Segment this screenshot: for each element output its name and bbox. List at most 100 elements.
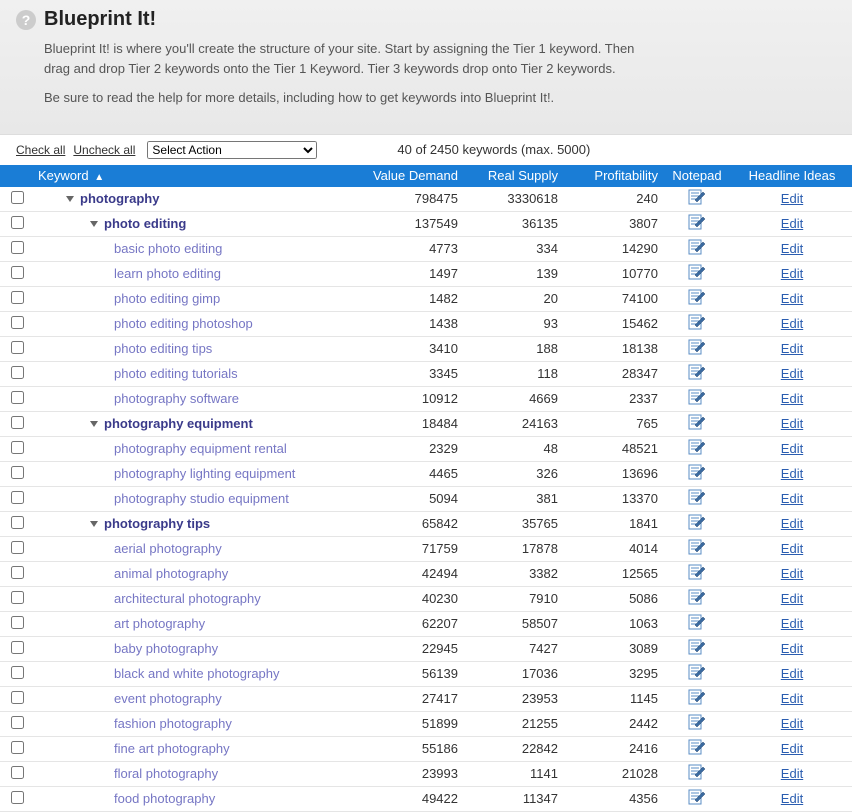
row-checkbox[interactable] [11,466,24,479]
keyword-link[interactable]: floral photography [114,766,218,781]
row-checkbox[interactable] [11,441,24,454]
row-checkbox[interactable] [11,316,24,329]
col-headline-ideas-header[interactable]: Headline Ideas [749,168,836,183]
toggle-icon[interactable] [90,421,98,427]
row-checkbox[interactable] [11,666,24,679]
edit-link[interactable]: Edit [781,241,803,256]
action-select[interactable]: Select Action [147,141,317,159]
keyword-link[interactable]: photography [80,191,159,206]
notepad-icon[interactable] [688,538,706,556]
row-checkbox[interactable] [11,416,24,429]
edit-link[interactable]: Edit [781,666,803,681]
keyword-link[interactable]: food photography [114,791,215,806]
check-all-link[interactable]: Check all [16,143,65,157]
row-checkbox[interactable] [11,591,24,604]
notepad-icon[interactable] [688,738,706,756]
row-checkbox[interactable] [11,516,24,529]
notepad-icon[interactable] [688,488,706,506]
row-checkbox[interactable] [11,716,24,729]
edit-link[interactable]: Edit [781,741,803,756]
col-profitability-header[interactable]: Profitability [594,168,658,183]
keyword-link[interactable]: black and white photography [114,666,280,681]
edit-link[interactable]: Edit [781,291,803,306]
notepad-icon[interactable] [688,513,706,531]
keyword-link[interactable]: photography tips [104,516,210,531]
keyword-link[interactable]: architectural photography [114,591,261,606]
keyword-link[interactable]: event photography [114,691,222,706]
keyword-link[interactable]: photo editing gimp [114,291,220,306]
keyword-link[interactable]: fashion photography [114,716,232,731]
row-checkbox[interactable] [11,541,24,554]
keyword-link[interactable]: art photography [114,616,205,631]
edit-link[interactable]: Edit [781,416,803,431]
notepad-icon[interactable] [688,763,706,781]
keyword-link[interactable]: animal photography [114,566,228,581]
notepad-icon[interactable] [688,663,706,681]
notepad-icon[interactable] [688,788,706,806]
notepad-icon[interactable] [688,588,706,606]
toggle-icon[interactable] [66,196,74,202]
edit-link[interactable]: Edit [781,491,803,506]
notepad-icon[interactable] [688,313,706,331]
notepad-icon[interactable] [688,638,706,656]
row-checkbox[interactable] [11,366,24,379]
edit-link[interactable]: Edit [781,766,803,781]
keyword-link[interactable]: photography equipment [104,416,253,431]
notepad-icon[interactable] [688,238,706,256]
notepad-icon[interactable] [688,463,706,481]
row-checkbox[interactable] [11,616,24,629]
notepad-icon[interactable] [688,338,706,356]
keyword-link[interactable]: photography studio equipment [114,491,289,506]
keyword-link[interactable]: baby photography [114,641,218,656]
edit-link[interactable]: Edit [781,566,803,581]
edit-link[interactable]: Edit [781,191,803,206]
edit-link[interactable]: Edit [781,316,803,331]
row-checkbox[interactable] [11,766,24,779]
keyword-link[interactable]: photography equipment rental [114,441,287,456]
keyword-link[interactable]: basic photo editing [114,241,222,256]
edit-link[interactable]: Edit [781,716,803,731]
edit-link[interactable]: Edit [781,541,803,556]
notepad-icon[interactable] [688,263,706,281]
notepad-icon[interactable] [688,688,706,706]
edit-link[interactable]: Edit [781,266,803,281]
notepad-icon[interactable] [688,213,706,231]
row-checkbox[interactable] [11,291,24,304]
row-checkbox[interactable] [11,741,24,754]
edit-link[interactable]: Edit [781,591,803,606]
keyword-link[interactable]: photo editing tips [114,341,212,356]
row-checkbox[interactable] [11,241,24,254]
notepad-icon[interactable] [688,388,706,406]
edit-link[interactable]: Edit [781,441,803,456]
edit-link[interactable]: Edit [781,691,803,706]
edit-link[interactable]: Edit [781,791,803,806]
row-checkbox[interactable] [11,341,24,354]
keyword-link[interactable]: fine art photography [114,741,230,756]
notepad-icon[interactable] [688,363,706,381]
toggle-icon[interactable] [90,521,98,527]
keyword-link[interactable]: photo editing tutorials [114,366,238,381]
notepad-icon[interactable] [688,563,706,581]
row-checkbox[interactable] [11,691,24,704]
keyword-link[interactable]: aerial photography [114,541,222,556]
edit-link[interactable]: Edit [781,641,803,656]
col-notepad-header[interactable]: Notepad [672,168,721,183]
edit-link[interactable]: Edit [781,466,803,481]
notepad-icon[interactable] [688,188,706,206]
toggle-icon[interactable] [90,221,98,227]
keyword-link[interactable]: learn photo editing [114,266,221,281]
edit-link[interactable]: Edit [781,366,803,381]
notepad-icon[interactable] [688,413,706,431]
row-checkbox[interactable] [11,566,24,579]
notepad-icon[interactable] [688,288,706,306]
row-checkbox[interactable] [11,641,24,654]
row-checkbox[interactable] [11,791,24,804]
notepad-icon[interactable] [688,438,706,456]
keyword-link[interactable]: photography lighting equipment [114,466,295,481]
edit-link[interactable]: Edit [781,616,803,631]
row-checkbox[interactable] [11,491,24,504]
row-checkbox[interactable] [11,191,24,204]
row-checkbox[interactable] [11,391,24,404]
row-checkbox[interactable] [11,216,24,229]
col-keyword-header[interactable]: Keyword ▲ [38,168,104,183]
